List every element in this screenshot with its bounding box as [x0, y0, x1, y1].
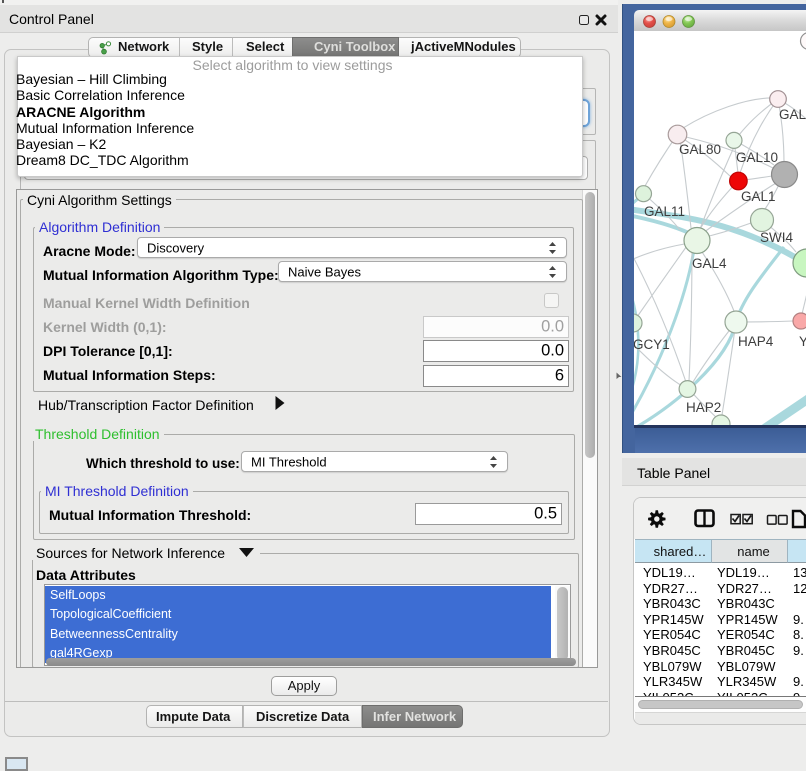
- svg-text:HAP4: HAP4: [738, 334, 774, 349]
- svg-text:GAL1: GAL1: [741, 189, 776, 204]
- svg-text:YE: YE: [799, 334, 806, 349]
- svg-text:GCY1: GCY1: [634, 337, 670, 352]
- svg-text:GAL80: GAL80: [679, 142, 721, 157]
- svg-text:GAL11: GAL11: [644, 204, 685, 219]
- svg-text:GAL4: GAL4: [692, 256, 727, 271]
- svg-text:GAL7: GAL7: [779, 107, 806, 122]
- svg-text:GAL10: GAL10: [736, 150, 778, 165]
- svg-text:HAP2: HAP2: [686, 400, 721, 415]
- svg-text:SWI4: SWI4: [760, 230, 793, 245]
